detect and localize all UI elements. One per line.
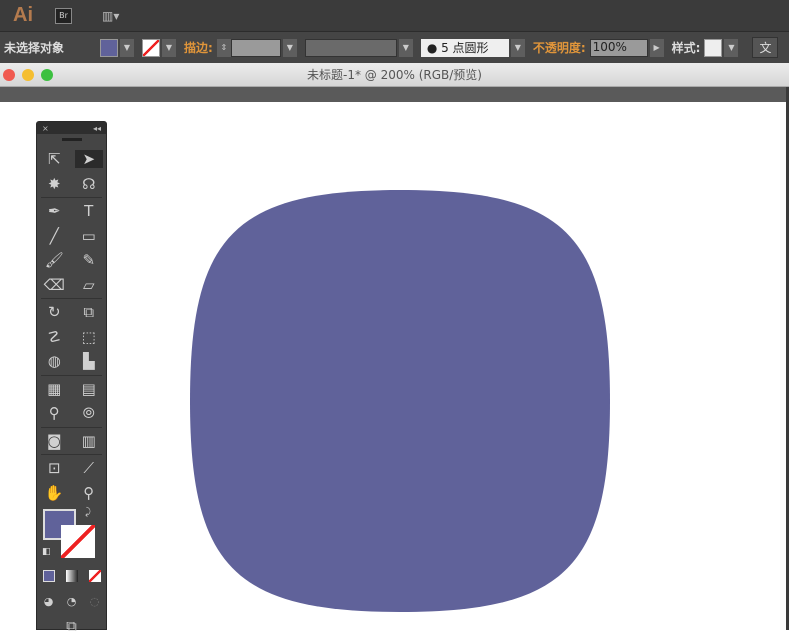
divider bbox=[41, 197, 102, 198]
selection-tool-icon[interactable]: ⇱ bbox=[40, 150, 68, 168]
ai-logo: Ai bbox=[13, 4, 33, 26]
column-graph-tool-icon[interactable]: ▥ bbox=[75, 432, 103, 450]
stroke-color-box[interactable] bbox=[61, 525, 95, 558]
tool-row: ⊡ ⟋ bbox=[37, 456, 106, 481]
screen-mode-icon[interactable]: ⧉ bbox=[58, 617, 86, 635]
app-bar: Ai Br ▥▾ bbox=[0, 0, 789, 31]
slice-tool-icon[interactable]: ⟋ bbox=[75, 459, 103, 477]
stroke-swatch[interactable] bbox=[142, 38, 160, 57]
eraser-tool-icon[interactable]: ▱ bbox=[75, 276, 103, 294]
symbol-sprayer-tool-icon[interactable]: ◙ bbox=[40, 432, 68, 450]
tool-row: 🖌 ✎ bbox=[37, 248, 106, 273]
opacity-label[interactable]: 不透明度: bbox=[533, 39, 586, 56]
tool-row: ⌫ ▱ bbox=[37, 273, 106, 298]
collapse-panel-icon[interactable]: ◂◂ bbox=[93, 124, 101, 133]
stroke-weight-input[interactable] bbox=[230, 38, 281, 57]
stroke-label[interactable]: 描边: bbox=[184, 39, 213, 56]
color-mode-button[interactable] bbox=[37, 568, 60, 586]
opacity-slider-button[interactable]: ▶ bbox=[649, 38, 664, 57]
screen-mode-row: ⧉ bbox=[37, 614, 106, 639]
tool-row: ✸ ☊ bbox=[37, 172, 106, 197]
perspective-grid-tool-icon[interactable]: ▙ bbox=[75, 352, 103, 370]
rotate-tool-icon[interactable]: ↻ bbox=[40, 303, 68, 321]
rectangle-tool-icon[interactable]: ▭ bbox=[75, 227, 103, 245]
draw-inside-icon[interactable]: ◌ bbox=[83, 595, 106, 608]
draw-behind-icon[interactable]: ◔ bbox=[60, 595, 83, 608]
document-title: 未标题-1* @ 200% (RGB/预览) bbox=[307, 68, 482, 82]
workspace-layout-icon[interactable]: ▥▾ bbox=[102, 9, 119, 23]
tool-row: ◙ ▥ bbox=[37, 429, 106, 454]
panel-grip[interactable] bbox=[61, 138, 82, 141]
lasso-tool-icon[interactable]: ☊ bbox=[75, 175, 103, 193]
tool-row: ▦ ▤ bbox=[37, 377, 106, 402]
brush-dropdown[interactable]: ▼ bbox=[510, 38, 525, 57]
mesh-tool-icon[interactable]: ▦ bbox=[40, 380, 68, 398]
blob-brush-tool-icon[interactable]: ⌫ bbox=[40, 276, 68, 294]
divider bbox=[41, 374, 102, 376]
zoom-tool-icon[interactable]: ⚲ bbox=[75, 484, 103, 502]
tool-row: ✋ ⚲ bbox=[37, 481, 106, 506]
pencil-tool-icon[interactable]: ✎ bbox=[75, 251, 103, 269]
tool-row: ✒ T bbox=[37, 199, 106, 224]
close-window-button[interactable] bbox=[3, 69, 15, 81]
variable-width-select[interactable] bbox=[304, 38, 397, 57]
style-swatch[interactable] bbox=[704, 38, 723, 57]
type-tool-icon[interactable]: T bbox=[75, 202, 103, 220]
close-panel-icon[interactable]: × bbox=[42, 124, 49, 133]
style-label: 样式: bbox=[671, 41, 701, 55]
document-title-bar: 未标题-1* @ 200% (RGB/预览) bbox=[0, 63, 789, 87]
fill-dropdown[interactable]: ▼ bbox=[120, 38, 134, 57]
swap-colors-icon[interactable]: ⤸ bbox=[85, 507, 91, 518]
stroke-dropdown[interactable]: ▼ bbox=[162, 38, 176, 57]
selection-status: 未选择对象 bbox=[4, 41, 65, 55]
pen-tool-icon[interactable]: ✒ bbox=[40, 202, 68, 220]
divider bbox=[41, 426, 102, 428]
minimize-window-button[interactable] bbox=[22, 69, 34, 81]
divider bbox=[41, 454, 102, 455]
maximize-window-button[interactable] bbox=[41, 69, 53, 81]
divider bbox=[41, 298, 102, 299]
tool-row: ◍ ▙ bbox=[37, 349, 106, 374]
variable-width-dropdown[interactable]: ▼ bbox=[398, 38, 413, 57]
eyedropper-tool-icon[interactable]: ⚲ bbox=[40, 404, 68, 422]
free-transform-tool-icon[interactable]: ⬚ bbox=[75, 328, 103, 346]
gradient-mode-button[interactable] bbox=[60, 568, 83, 586]
brush-select[interactable]: ● 5 点圆形 bbox=[420, 38, 509, 57]
line-tool-icon[interactable]: ╱ bbox=[40, 227, 68, 245]
paintbrush-tool-icon[interactable]: 🖌 bbox=[40, 251, 68, 269]
tool-row: ⚲ ⦾ bbox=[37, 401, 106, 426]
direct-selection-tool-icon[interactable]: ➤ bbox=[74, 150, 103, 169]
fill-swatch[interactable] bbox=[100, 38, 118, 57]
tool-row: ☡ ⬚ bbox=[37, 325, 106, 350]
draw-normal-icon[interactable]: ◕ bbox=[37, 595, 60, 608]
scale-tool-icon[interactable]: ⧉ bbox=[75, 303, 103, 321]
drawing-mode-row: ◕ ◔ ◌ bbox=[37, 590, 106, 615]
document-setup-button[interactable]: 文 bbox=[752, 37, 779, 58]
gradient-tool-icon[interactable]: ▤ bbox=[75, 380, 103, 398]
color-controls: ⤸ ◧ bbox=[37, 505, 106, 565]
bridge-button[interactable]: Br bbox=[55, 7, 72, 24]
color-mode-row bbox=[37, 565, 106, 590]
tool-row: ↻ ⧉ bbox=[37, 300, 106, 325]
ruler-strip bbox=[0, 87, 789, 102]
none-mode-button[interactable] bbox=[83, 568, 106, 586]
control-bar: 未选择对象 ▼ ▼ 描边: ⇕ ▼ ▼ ● 5 点圆形 ▼ 不透明度: 100% ▶ … bbox=[0, 31, 789, 63]
opacity-input[interactable]: 100% bbox=[589, 38, 648, 57]
blend-tool-icon[interactable]: ⦾ bbox=[75, 404, 103, 422]
stroke-weight-dropdown[interactable]: ▼ bbox=[282, 38, 297, 57]
warp-tool-icon[interactable]: ☡ bbox=[40, 328, 68, 346]
default-colors-icon[interactable]: ◧ bbox=[42, 547, 51, 557]
stroke-stepper[interactable]: ⇕ bbox=[216, 38, 231, 57]
shape-builder-tool-icon[interactable]: ◍ bbox=[40, 352, 68, 370]
tool-row: ⇱ ➤ bbox=[37, 147, 106, 172]
brush-value: 5 点圆形 bbox=[441, 41, 489, 55]
rounded-square-shape[interactable] bbox=[190, 190, 610, 612]
hand-tool-icon[interactable]: ✋ bbox=[40, 484, 68, 502]
artboard-tool-icon[interactable]: ⊡ bbox=[40, 459, 68, 477]
tools-panel: × ◂◂ ⇱ ➤ ✸ ☊ ✒ T ╱ ▭ 🖌 ✎ ⌫ ▱ ↻ ⧉ ☡ ⬚ ◍ ▙ ▦ ▤ ⚲ ⦾ ◙ ▥ ⊡ ⟋ ✋ ⚲ ⤸ ◧ ◕ ◔ ◌… bbox=[36, 121, 107, 635]
style-dropdown[interactable]: ▼ bbox=[724, 38, 739, 57]
tool-row: ╱ ▭ bbox=[37, 224, 106, 249]
magic-wand-tool-icon[interactable]: ✸ bbox=[40, 175, 68, 193]
